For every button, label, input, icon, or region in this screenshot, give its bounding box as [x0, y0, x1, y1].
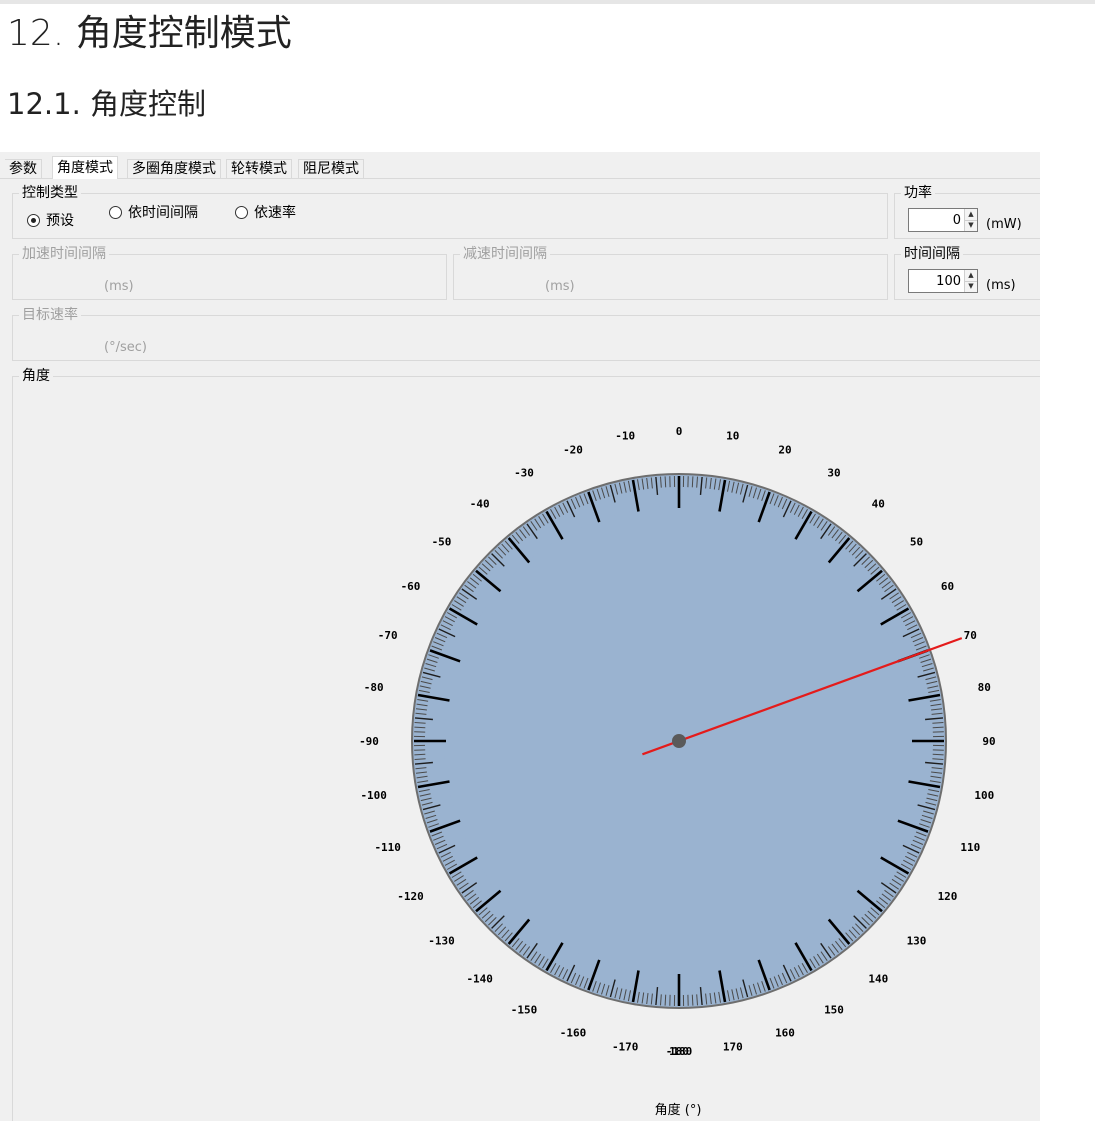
radio-circle-icon	[27, 213, 40, 227]
dial-tick-label: -60	[401, 580, 421, 593]
tab-angle-mode[interactable]: 角度模式	[52, 156, 118, 179]
accel-label: 加速时间间隔	[19, 245, 109, 263]
radio-circle-icon	[235, 205, 248, 219]
dial-tick-label: -180	[666, 1045, 693, 1058]
power-label: 功率	[901, 184, 935, 202]
power-group: 功率 ▲ ▼ (mW)	[894, 184, 1040, 239]
spin-down-icon[interactable]: ▼	[965, 219, 977, 231]
dial-tick-label: 110	[960, 841, 980, 854]
dial-tick-label: -150	[511, 1004, 538, 1017]
radio-by-rate[interactable]: 依速率	[235, 202, 296, 222]
dial-tick-label: 60	[941, 580, 954, 593]
dial-tick-label: -70	[378, 629, 398, 642]
power-input[interactable]	[909, 209, 964, 231]
dial-minor-tick	[414, 726, 426, 729]
target-rate-unit: (°/sec)	[104, 340, 147, 355]
dial-minor-tick	[414, 753, 426, 756]
spin-up-icon[interactable]: ▲	[965, 270, 977, 281]
dial-tick-label: 150	[824, 1004, 844, 1017]
dial-tick-label: -90	[359, 735, 379, 748]
radio-circle-icon	[109, 205, 122, 219]
tab-damping-mode[interactable]: 阻尼模式	[298, 159, 364, 178]
interval-spinbox[interactable]: ▲ ▼	[908, 269, 978, 293]
dial-minor-tick	[932, 726, 944, 729]
power-spinbox[interactable]: ▲ ▼	[908, 208, 978, 232]
dial-tick-label: -30	[514, 467, 534, 480]
dial-tick-label: -170	[612, 1040, 639, 1053]
power-spin-buttons: ▲ ▼	[964, 209, 977, 231]
dial-tick-label: -40	[470, 498, 490, 511]
interval-spin-buttons: ▲ ▼	[964, 270, 977, 292]
tab-parameters[interactable]: 参数	[5, 159, 42, 178]
spin-up-icon[interactable]: ▲	[965, 209, 977, 220]
dial-tick-label: -140	[466, 973, 493, 986]
dial-minor-tick	[691, 476, 694, 488]
radio-preset-label: 预设	[46, 213, 74, 229]
angle-dial-area: 0 10 20 30 40 50 60 70 80 90 100 110 120 130 140 150 160…	[12, 385, 1040, 1121]
decel-group: 减速时间间隔 (ms)	[453, 245, 888, 300]
decel-unit: (ms)	[545, 279, 575, 294]
dial-tick-label: 120	[938, 890, 958, 903]
dial-tick-label: 50	[910, 536, 923, 549]
dial-tick-label: -50	[432, 536, 452, 549]
dial-tick-label: 20	[778, 444, 791, 457]
radio-by-rate-label: 依速率	[254, 205, 296, 221]
dial-axis-label: 角度 (°)	[655, 1102, 702, 1118]
top-border	[0, 0, 1095, 4]
page-title: 12. 角度控制模式	[7, 13, 292, 54]
dial-tick-label: 160	[775, 1026, 795, 1039]
tab-wheel-mode[interactable]: 轮转模式	[226, 159, 292, 178]
accel-group: 加速时间间隔 (ms)	[12, 245, 447, 300]
radio-by-interval[interactable]: 依时间间隔	[109, 202, 198, 222]
dial-tick-label: 170	[723, 1040, 743, 1053]
dial-tick-label: 0	[676, 425, 683, 438]
tab-multi-turn-mode[interactable]: 多圈角度模式	[127, 159, 221, 178]
dial-tick-label: 80	[978, 681, 991, 694]
dial-tick-label: -20	[563, 444, 583, 457]
interval-unit: (ms)	[986, 278, 1016, 293]
angle-group-label: 角度	[19, 367, 53, 385]
dial-tick-label: -100	[360, 789, 387, 802]
control-type-group: 控制类型 预设 依时间间隔 依速率	[12, 184, 888, 239]
dial-minor-tick	[932, 753, 944, 756]
dial-tick-label: -110	[374, 841, 401, 854]
accel-unit: (ms)	[104, 279, 134, 294]
dial-tick-label: 40	[872, 498, 885, 511]
control-type-label: 控制类型	[19, 184, 81, 202]
spin-down-icon[interactable]: ▼	[965, 280, 977, 292]
dial-minor-tick	[664, 476, 667, 488]
target-rate-label: 目标速率	[19, 306, 81, 324]
radio-by-interval-label: 依时间间隔	[128, 205, 198, 221]
dial-tick-label: -160	[560, 1026, 587, 1039]
dial-tick-label: -80	[364, 681, 384, 694]
target-rate-group: 目标速率 (°/sec)	[12, 306, 1040, 361]
interval-label: 时间间隔	[901, 245, 963, 263]
dial-tick-label: 90	[982, 735, 995, 748]
interval-group: 时间间隔 ▲ ▼ (ms)	[894, 245, 1040, 300]
app-window: 参数 角度模式 多圈角度模式 轮转模式 阻尼模式 控制类型 预设 依时间间隔 依…	[0, 152, 1040, 1121]
dial-tick-label: 100	[974, 789, 994, 802]
interval-input[interactable]	[909, 270, 964, 292]
dial-tick-label: -10	[615, 430, 635, 443]
power-unit: (mW)	[986, 217, 1022, 232]
section-title: 12.1. 角度控制	[7, 87, 207, 121]
dial-minor-tick	[664, 994, 667, 1006]
tab-bar: 参数 角度模式 多圈角度模式 轮转模式 阻尼模式	[0, 156, 1040, 179]
dial-tick-label: 140	[868, 973, 888, 986]
radio-preset[interactable]: 预设	[27, 210, 74, 230]
dial-tick-label: -120	[397, 890, 424, 903]
decel-label: 减速时间间隔	[460, 245, 550, 263]
dial-tick-label: 10	[726, 430, 739, 443]
dial-tick-label: -130	[428, 934, 455, 947]
dial-tick-label: 30	[827, 467, 840, 480]
dial-hub	[672, 734, 686, 748]
angle-dial[interactable]: 0 10 20 30 40 50 60 70 80 90 100 110 120 130 140 150 160…	[12, 385, 1040, 1121]
dial-minor-tick	[691, 994, 694, 1006]
dial-tick-label: 130	[907, 934, 927, 947]
dial-tick-label: 70	[964, 629, 977, 642]
